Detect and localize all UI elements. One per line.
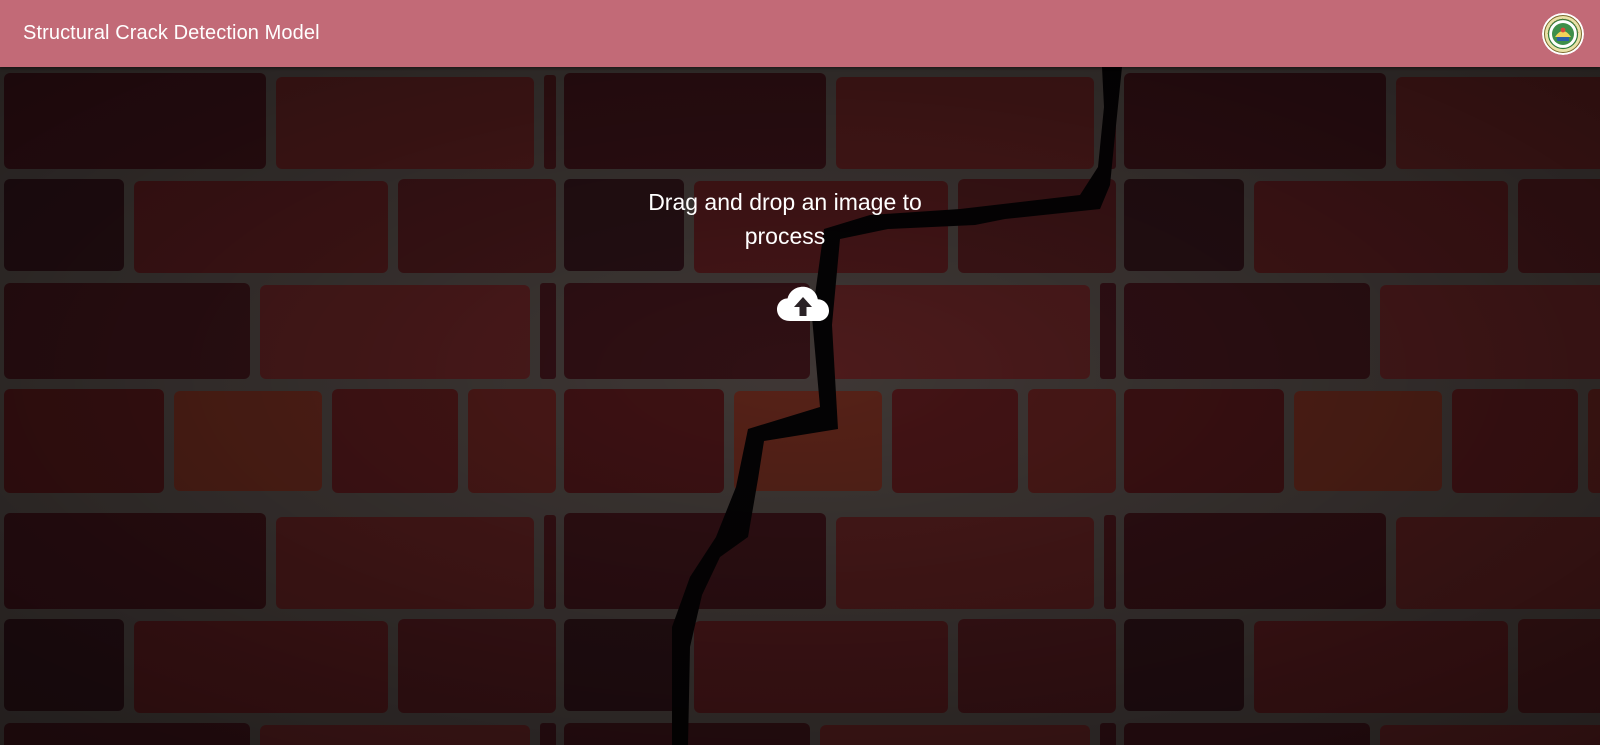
- upload-stage: Drag and drop an image to process: [0, 67, 1600, 745]
- app-title: Structural Crack Detection Model: [23, 22, 320, 44]
- dropzone-prompt: Drag and drop an image to process: [648, 189, 922, 249]
- upload-button[interactable]: [775, 285, 831, 325]
- app-root: Structural Crack Detection Model Drag an…: [0, 0, 1600, 745]
- top-bar: Structural Crack Detection Model: [0, 0, 1600, 67]
- cloud-upload-icon: [777, 286, 829, 321]
- image-dropzone[interactable]: Drag and drop an image to process: [0, 67, 1600, 745]
- university-seal-icon: [1542, 12, 1584, 55]
